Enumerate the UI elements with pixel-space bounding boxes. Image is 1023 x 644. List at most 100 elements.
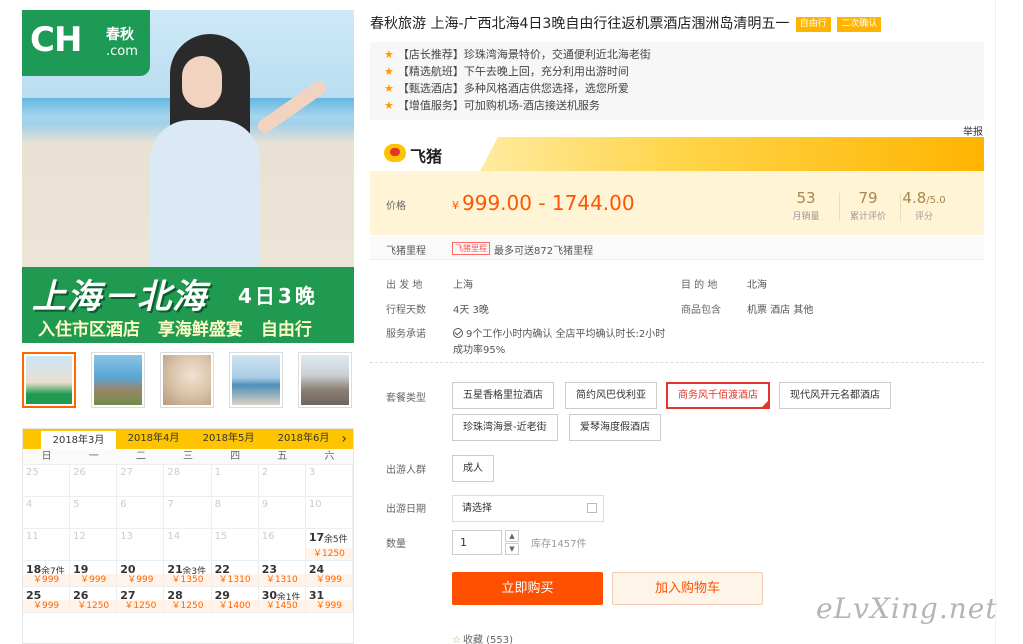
service-label: 服务承诺 (386, 329, 426, 340)
thumbnail[interactable] (229, 352, 283, 408)
star-icon: ★ (384, 65, 394, 78)
list-item: ★ 【甄选酒店】多种风格酒店供您选择，选您所爱 (384, 82, 629, 95)
package-option[interactable]: 五星香格里拉酒店 (452, 382, 554, 409)
thumbnail[interactable] (22, 352, 76, 408)
calendar-grid: 25 26 27 28 1 2 3 4 5 6 7 8 9 10 11 12 1… (23, 465, 353, 561)
calendar-day-available[interactable]: 24 ￥999 (305, 561, 353, 587)
days-value: 4天 3晚 (453, 305, 489, 316)
list-item: ★ 【店长推荐】珍珠湾海景特价，交通便利近北海老街 (384, 48, 651, 61)
miles-row: 飞猪里程 飞猪里程 最多可送872飞猪里程 (370, 236, 984, 260)
calendar-day: 13 (117, 529, 165, 561)
hero-banner: 上海－北海 4日3晚 入住市区酒店 享海鲜盛宴 自由行 (22, 267, 354, 343)
rating: 4.8/5.0 评分 (902, 189, 946, 222)
package-option[interactable]: 珍珠湾海景-近老街 (452, 414, 558, 441)
calendar-day-available[interactable]: 19 ￥999 (70, 561, 118, 587)
crowd-option[interactable]: 成人 (452, 455, 494, 482)
price-label: 价格 (386, 201, 406, 212)
divider (370, 362, 984, 363)
package-option[interactable]: 现代风开元名都酒店 (779, 382, 891, 409)
tab-month[interactable]: 2018年4月 (116, 429, 191, 449)
calendar-day-available[interactable]: 23 ￥1310 (258, 561, 306, 587)
to-label: 目 的 地 (681, 280, 718, 291)
calendar-day: 27 (117, 465, 165, 497)
calendar-day-available[interactable]: 29 ￥1400 (211, 587, 259, 613)
calendar-day-available[interactable]: 20 ￥999 (117, 561, 165, 587)
calendar-day: 12 (70, 529, 118, 561)
weekday: 四 (230, 451, 241, 462)
report-link[interactable]: 举报 (963, 123, 983, 138)
stock-count: 库存1457件 (531, 539, 587, 550)
calendar-day-available[interactable]: 18 余7件 ￥999 (23, 561, 71, 587)
price-range: 999.00 - 1744.00 (462, 191, 635, 215)
calendar-day-available[interactable]: 30 余1件 ￥1450 (258, 587, 306, 613)
calendar-day: 7 (164, 497, 212, 529)
fliggy-banner: 飞猪 (370, 137, 984, 171)
calendar-day-available[interactable]: 26 ￥1250 (70, 587, 118, 613)
remaining-count: 余5件 (323, 535, 348, 545)
tag-free-travel: 自由行 (795, 17, 831, 32)
day-price: ￥1250 (305, 548, 352, 560)
weekday: 一 (88, 451, 99, 462)
fliggy-logo-text: 飞猪 (410, 147, 443, 166)
increment-button[interactable]: ▲ (505, 530, 519, 542)
thumbnail[interactable] (298, 352, 352, 408)
calendar-day: 15 (211, 529, 259, 561)
model-face (182, 56, 222, 108)
logo-ch: CH (30, 20, 82, 60)
calendar-day: 1 (211, 465, 259, 497)
travel-date-input[interactable]: 请选择 (452, 495, 604, 522)
calendar-day: 26 (70, 465, 118, 497)
package-option[interactable]: 简约风巴伐利亚 (565, 382, 657, 409)
thumbnail[interactable] (160, 352, 214, 408)
calendar-icon (587, 503, 597, 513)
monthly-sales: 53 月销量 (792, 189, 820, 222)
tag-reconfirm: 二次确认 (837, 17, 882, 32)
ch-logo: CH 春秋 .com (22, 10, 150, 76)
from-value: 上海 (453, 280, 473, 291)
add-to-cart-button[interactable]: 加入购物车 (612, 572, 763, 605)
model-dress (150, 120, 260, 280)
buy-now-button[interactable]: 立即购买 (452, 572, 603, 605)
hero-route: 上海－北海 (32, 277, 207, 317)
price-calendar: 2018年3月 2018年4月 2018年5月 2018年6月 › 日 一 二 … (22, 428, 354, 644)
thumbnail[interactable] (91, 352, 145, 408)
days-label: 行程天数 (386, 305, 426, 316)
decrement-button[interactable]: ▼ (505, 543, 519, 555)
package-option-selected[interactable]: 商务风千佰渡酒店 (666, 382, 770, 409)
calendar-day-available[interactable]: 28 ￥1250 (164, 587, 212, 613)
miles-badge: 飞猪里程 (452, 242, 490, 255)
tab-month[interactable]: 2018年6月 (266, 429, 341, 449)
calendar-day-available[interactable]: 25 ￥999 (23, 587, 71, 613)
quantity-input[interactable]: 1 (452, 530, 502, 555)
product-title: 春秋旅游 上海-广西北海4日3晚自由行往返机票酒店涠洲岛清明五一 (370, 16, 790, 32)
day-number: 17 (308, 531, 325, 544)
page-edge (995, 0, 996, 644)
calendar-day-available[interactable]: 31 ￥999 (305, 587, 353, 613)
chevron-right-icon[interactable]: › (341, 429, 347, 449)
includes-label: 商品包含 (681, 305, 721, 316)
miles-text: 最多可送872飞猪里程 (494, 246, 594, 257)
calendar-day-available[interactable]: 17 余5件 ￥1250 (305, 529, 353, 561)
package-option[interactable]: 爱琴海度假酒店 (569, 414, 661, 441)
tab-month[interactable]: 2018年3月 (41, 431, 116, 449)
weekday: 六 (324, 451, 335, 462)
logo-cn: 春秋 (106, 27, 134, 43)
favorite-button[interactable]: ☆ 收藏 (553) (452, 631, 513, 644)
calendar-day-available[interactable]: 22 ￥1310 (211, 561, 259, 587)
calendar-day-available[interactable]: 21 余3件 ￥1350 (164, 561, 212, 587)
service-line2: 成功率95% (453, 345, 506, 356)
calendar-day: 28 (164, 465, 212, 497)
calendar-day-available[interactable]: 27 ￥1250 (117, 587, 165, 613)
date-label: 出游日期 (386, 504, 426, 515)
review-count[interactable]: 79 累计评价 (838, 189, 898, 222)
calendar-day: 5 (70, 497, 118, 529)
service-line1: 9个工作小时内确认 全店平均确认时长:2小时 (453, 325, 665, 340)
includes-value: 机票 酒店 其他 (747, 305, 814, 316)
weekday: 三 (182, 451, 193, 462)
list-item: ★ 【精选航班】下午去晚上回，充分利用出游时间 (384, 65, 629, 78)
check-circle-icon (453, 328, 463, 338)
product-main-image[interactable]: CH 春秋 .com 上海－北海 4日3晚 入住市区酒店 享海鲜盛宴 自由行 (22, 10, 354, 343)
currency-symbol: ¥ (452, 199, 459, 212)
calendar-day: 25 (23, 465, 71, 497)
tab-month[interactable]: 2018年5月 (191, 429, 266, 449)
